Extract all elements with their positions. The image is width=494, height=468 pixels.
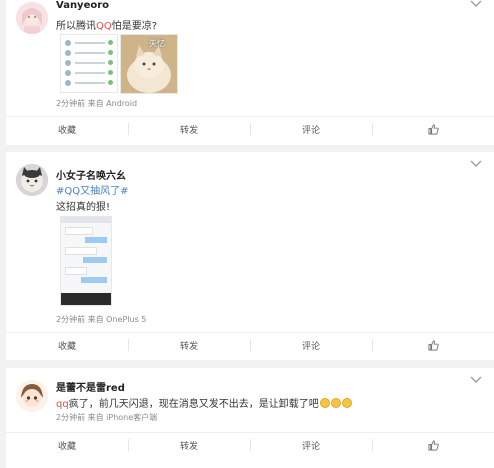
chevron-down-icon[interactable] [470,376,482,384]
image-caption: 失忆 [149,39,165,48]
comment-button[interactable]: 评论 [250,433,372,457]
chevron-down-icon[interactable] [470,0,482,8]
post-text: 这招真的狠! [56,202,111,213]
weibo-post-1: Vanyeoro 所以腾讯QQ怕是要凉? 失忆 2分钟前 来自 Android … [6,0,494,145]
topic-link[interactable]: #QQ又抽风了# [56,182,129,197]
post-text-highlight: QQ [96,21,112,32]
thumbs-up-icon [428,340,439,350]
avatar[interactable] [16,164,48,196]
username[interactable]: 是蕾不是雷red [56,379,125,394]
collect-button[interactable]: 收藏 [6,333,128,357]
laugh-cry-emoji-icon [341,398,352,408]
collect-button[interactable]: 收藏 [6,433,128,457]
action-bar: 收藏 转发 评论 [6,116,494,141]
post-image-cat[interactable]: 失忆 [120,34,178,94]
avatar[interactable] [16,2,48,34]
weibo-post-2: 小女子名唤六幺 #QQ又抽风了# 这招真的狠! 2分钟前 来自 OnePlus … [6,152,494,360]
post-meta: 2分钟前 来自 Android [56,99,138,108]
action-bar: 收藏 转发 评论 [6,332,494,357]
weibo-post-3: 是蕾不是雷red qq疯了，前几天闪退，现在消息又发不出去，是让卸载了吧 2分钟… [6,368,494,468]
thumbs-up-icon [428,440,439,450]
post-meta: 2分钟前 来自 OnePlus 5 [56,315,147,324]
chevron-down-icon[interactable] [470,160,482,168]
repost-button[interactable]: 转发 [128,333,250,357]
avatar-cat-icon [16,164,48,196]
like-button[interactable] [372,333,494,357]
collect-button[interactable]: 收藏 [6,117,128,141]
post-meta: 2分钟前 来自 iPhone客户端 [56,413,158,422]
username[interactable]: 小女子名唤六幺 [56,167,126,182]
post-image-screenshot[interactable] [60,216,112,306]
like-button[interactable] [372,117,494,141]
post-text-highlight: qq [56,399,69,410]
post-image-screenshot[interactable] [60,34,118,93]
thumbs-up-icon [428,124,439,134]
comment-button[interactable]: 评论 [250,333,372,357]
post-text-part: 所以腾讯 [56,21,96,32]
action-bar: 收藏 转发 评论 [6,432,494,457]
avatar-girl-icon [16,2,48,34]
laugh-cry-emoji-icon [319,398,330,408]
avatar[interactable] [16,380,48,412]
repost-button[interactable]: 转发 [128,433,250,457]
laugh-cry-emoji-icon [330,398,341,408]
post-text-part: 怕是要凉? [111,21,158,32]
comment-button[interactable]: 评论 [250,117,372,141]
repost-button[interactable]: 转发 [128,117,250,141]
post-text-part: 疯了，前几天闪退，现在消息又发不出去，是让卸载了吧 [68,399,319,410]
like-button[interactable] [372,433,494,457]
avatar-anime-icon [16,380,48,412]
post-text: qq疯了，前几天闪退，现在消息又发不出去，是让卸载了吧 [56,395,352,410]
post-text: 所以腾讯QQ怕是要凉? [56,17,157,32]
username[interactable]: Vanyeoro [56,0,109,11]
